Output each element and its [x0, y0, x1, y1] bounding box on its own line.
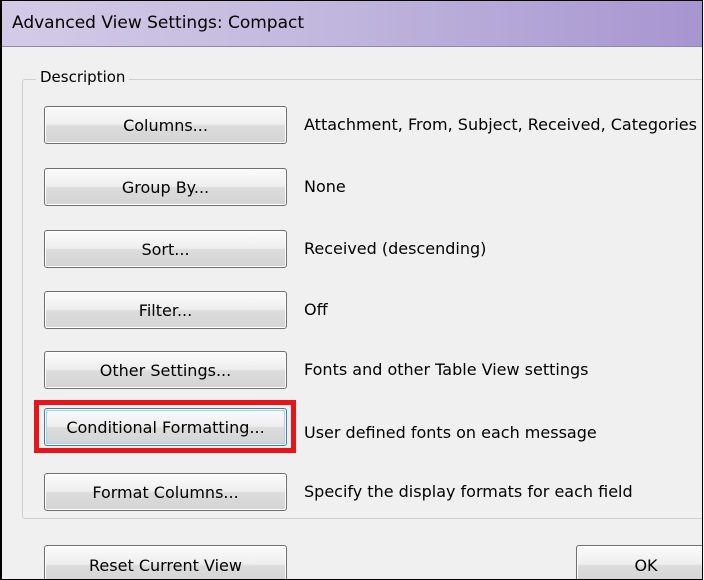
- filter-description: Off: [304, 300, 328, 319]
- sort-button[interactable]: Sort...: [44, 230, 287, 268]
- group-by-description: None: [304, 177, 346, 196]
- columns-button[interactable]: Columns...: [44, 106, 287, 144]
- format-columns-button-label: Format Columns...: [92, 482, 239, 502]
- window-title: Advanced View Settings: Compact: [12, 13, 305, 33]
- format-columns-description: Specify the display formats for each fie…: [304, 482, 633, 501]
- other-settings-button[interactable]: Other Settings...: [44, 351, 287, 389]
- sort-button-label: Sort...: [141, 239, 190, 259]
- ok-button-label: OK: [634, 555, 658, 575]
- conditional-formatting-button-label: Conditional Formatting...: [66, 417, 265, 437]
- reset-current-view-label: Reset Current View: [89, 555, 242, 575]
- other-settings-description: Fonts and other Table View settings: [304, 360, 589, 379]
- columns-button-label: Columns...: [123, 115, 208, 135]
- conditional-formatting-description: User defined fonts on each message: [304, 423, 597, 442]
- format-columns-button[interactable]: Format Columns...: [44, 473, 287, 511]
- group-by-button[interactable]: Group By...: [44, 168, 287, 206]
- description-group-label: Description: [36, 68, 130, 86]
- group-by-button-label: Group By...: [121, 177, 210, 197]
- columns-description: Attachment, From, Subject, Received, Cat…: [304, 115, 697, 134]
- title-bar[interactable]: Advanced View Settings: Compact: [2, 1, 702, 47]
- conditional-formatting-button[interactable]: Conditional Formatting...: [44, 408, 287, 446]
- filter-button[interactable]: Filter...: [44, 291, 287, 329]
- reset-current-view-button[interactable]: Reset Current View: [44, 545, 287, 579]
- sort-description: Received (descending): [304, 239, 487, 258]
- ok-button[interactable]: OK: [576, 545, 702, 579]
- filter-button-label: Filter...: [138, 300, 193, 320]
- advanced-view-settings-dialog: Advanced View Settings: Compact Descript…: [0, 0, 703, 580]
- other-settings-button-label: Other Settings...: [99, 360, 232, 380]
